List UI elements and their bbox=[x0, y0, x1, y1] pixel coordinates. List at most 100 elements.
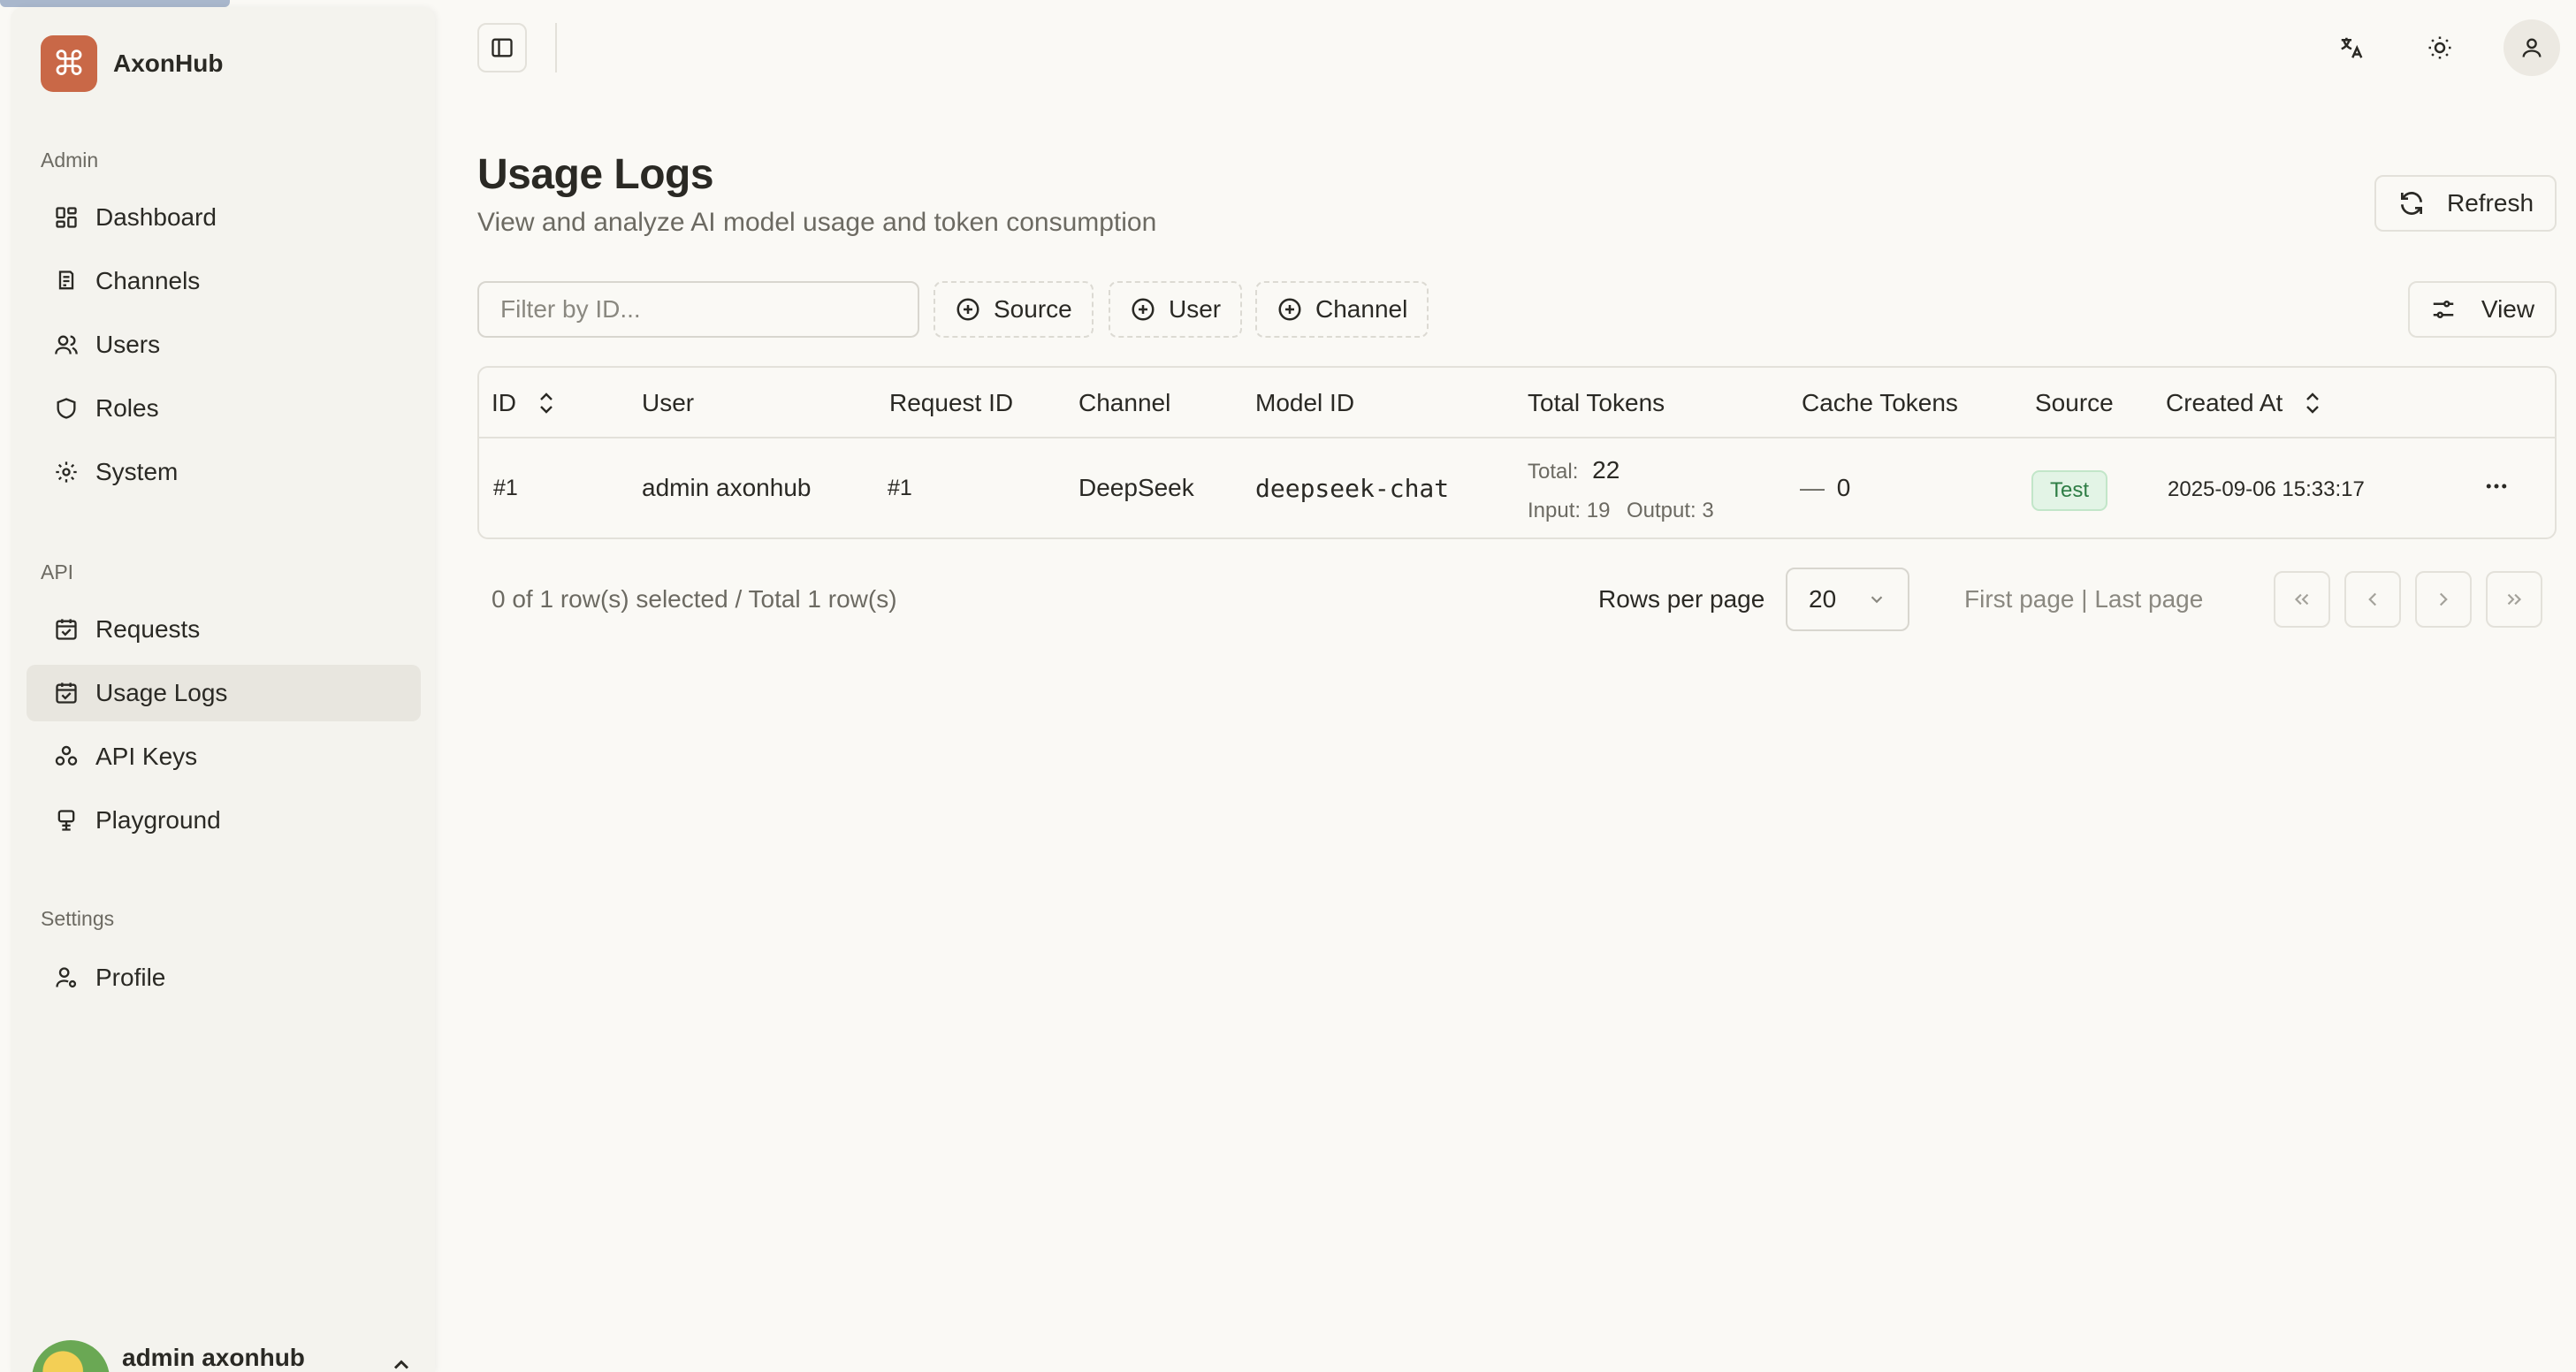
sliders-icon bbox=[2433, 301, 2454, 318]
api-keys-icon bbox=[53, 743, 80, 770]
column-label: Created At bbox=[2166, 389, 2283, 416]
sidebar: ⌘ AxonHub Admin Dashboard Channels Users… bbox=[11, 7, 435, 1372]
cell-user: admin axonhub bbox=[642, 474, 812, 501]
sidebar-item-dashboard[interactable]: Dashboard bbox=[27, 189, 421, 246]
source-filter-button[interactable]: Source bbox=[934, 281, 1094, 338]
rows-per-page-select[interactable]: 20 bbox=[1786, 568, 1909, 631]
column-header-created-at[interactable]: Created At bbox=[2166, 389, 2323, 417]
sidebar-item-usage-logs[interactable]: Usage Logs bbox=[27, 665, 421, 721]
column-header-id[interactable]: ID bbox=[492, 389, 557, 417]
channel-filter-button[interactable]: Channel bbox=[1255, 281, 1429, 338]
rows-per-page-label: Rows per page bbox=[1598, 585, 1765, 613]
translate-icon bbox=[2341, 37, 2363, 58]
facet-label: User bbox=[1169, 295, 1222, 323]
chevrons-right-icon bbox=[2507, 593, 2522, 606]
sidebar-toggle-button[interactable] bbox=[477, 23, 527, 72]
sidebar-item-label: Usage Logs bbox=[95, 679, 228, 706]
column-header-source: Source bbox=[2035, 389, 2114, 416]
sidebar-item-system[interactable]: System bbox=[27, 444, 421, 500]
view-options-button[interactable]: View bbox=[2408, 281, 2557, 338]
sidebar-toggle-icon bbox=[492, 38, 513, 57]
plus-circle-icon bbox=[1278, 298, 1301, 321]
profile-icon bbox=[53, 964, 80, 991]
page-title: Usage Logs bbox=[477, 151, 714, 198]
page-position-text: First page | Last page bbox=[1964, 585, 2204, 613]
cell-cache-tokens: — 0 bbox=[1800, 474, 1850, 502]
plus-circle-icon bbox=[956, 298, 979, 321]
shield-icon bbox=[53, 395, 80, 422]
usage-logs-table: ID User Request ID Channel Model ID Tota… bbox=[477, 366, 2557, 539]
sun-icon bbox=[2428, 36, 2451, 59]
cache-value: 0 bbox=[1836, 474, 1851, 501]
cell-channel: DeepSeek bbox=[1078, 474, 1194, 501]
plus-circle-icon bbox=[1132, 298, 1155, 321]
language-button[interactable] bbox=[2327, 23, 2376, 72]
next-page-button[interactable] bbox=[2415, 571, 2472, 628]
cell-model-id: deepseek-chat bbox=[1255, 474, 1450, 503]
sidebar-item-profile[interactable]: Profile bbox=[27, 949, 421, 1006]
total-value: 22 bbox=[1592, 456, 1620, 484]
user-menu-button[interactable] bbox=[2504, 19, 2560, 76]
chevrons-left-icon bbox=[2294, 593, 2309, 606]
nav-section-admin: Admin bbox=[41, 149, 99, 172]
cache-prefix: — bbox=[1800, 474, 1825, 501]
column-header-channel: Channel bbox=[1078, 389, 1171, 416]
status-badge: Test bbox=[2031, 470, 2107, 511]
user-icon bbox=[2522, 38, 2542, 57]
sidebar-item-channels[interactable]: Channels bbox=[27, 253, 421, 309]
playground-icon bbox=[53, 807, 80, 834]
facet-label: Source bbox=[994, 295, 1072, 323]
total-label: Total: bbox=[1528, 460, 1579, 484]
filter-id-input[interactable] bbox=[477, 281, 919, 338]
last-page-button[interactable] bbox=[2486, 571, 2542, 628]
app-logo-icon: ⌘ bbox=[41, 35, 97, 92]
nav-section-api: API bbox=[41, 560, 74, 583]
sort-icon bbox=[540, 393, 553, 414]
top-accent-bar bbox=[0, 0, 230, 7]
page-subtitle: View and analyze AI model usage and toke… bbox=[477, 208, 1157, 237]
first-page-button[interactable] bbox=[2274, 571, 2330, 628]
brand[interactable]: ⌘ AxonHub bbox=[41, 35, 223, 92]
sidebar-item-requests[interactable]: Requests bbox=[27, 601, 421, 658]
view-label: View bbox=[2481, 295, 2535, 323]
sidebar-item-api-keys[interactable]: API Keys bbox=[27, 728, 421, 785]
sidebar-item-playground[interactable]: Playground bbox=[27, 792, 421, 849]
facet-label: Channel bbox=[1315, 295, 1408, 323]
cell-id: #1 bbox=[493, 476, 518, 500]
rows-per-page-value: 20 bbox=[1809, 585, 1837, 613]
refresh-icon bbox=[2400, 192, 2422, 215]
column-header-user: User bbox=[642, 389, 695, 416]
sidebar-item-label: Profile bbox=[95, 964, 166, 991]
requests-icon bbox=[53, 616, 80, 643]
column-header-model-id: Model ID bbox=[1255, 389, 1355, 416]
output-tokens: Output: 3 bbox=[1627, 499, 1714, 522]
input-tokens: Input: 19 bbox=[1528, 499, 1611, 522]
sidebar-user-name[interactable]: admin axonhub bbox=[122, 1344, 305, 1372]
user-filter-button[interactable]: User bbox=[1109, 281, 1243, 338]
chevron-right-icon bbox=[2439, 592, 2448, 606]
cell-created-at: 2025-09-06 15:33:17 bbox=[2168, 477, 2365, 501]
refresh-label: Refresh bbox=[2446, 189, 2534, 217]
column-label: ID bbox=[492, 389, 516, 416]
column-header-cache-tokens: Cache Tokens bbox=[1802, 389, 1958, 416]
sidebar-item-roles[interactable]: Roles bbox=[27, 380, 421, 437]
sidebar-item-label: Channels bbox=[95, 267, 201, 294]
column-header-total-tokens: Total Tokens bbox=[1528, 389, 1665, 416]
refresh-button[interactable]: Refresh bbox=[2374, 175, 2557, 232]
chevron-left-icon bbox=[2368, 592, 2377, 606]
row-actions-button[interactable] bbox=[2479, 469, 2514, 504]
sidebar-item-users[interactable]: Users bbox=[27, 316, 421, 373]
chevron-down-icon bbox=[1871, 596, 1883, 604]
gear-icon bbox=[53, 459, 80, 485]
theme-toggle-button[interactable] bbox=[2415, 23, 2465, 72]
sort-icon bbox=[2306, 393, 2320, 414]
cell-request-id: #1 bbox=[888, 476, 912, 500]
previous-page-button[interactable] bbox=[2344, 571, 2401, 628]
sidebar-item-label: Requests bbox=[95, 615, 201, 643]
table-header-row: ID User Request ID Channel Model ID Tota… bbox=[479, 368, 2555, 438]
chevron-up-icon[interactable] bbox=[389, 1353, 414, 1372]
avatar[interactable] bbox=[32, 1340, 110, 1372]
nav-section-settings: Settings bbox=[41, 907, 115, 930]
sidebar-item-label: API Keys bbox=[95, 743, 198, 770]
cell-total-tokens: Total: 22 bbox=[1528, 456, 1620, 484]
